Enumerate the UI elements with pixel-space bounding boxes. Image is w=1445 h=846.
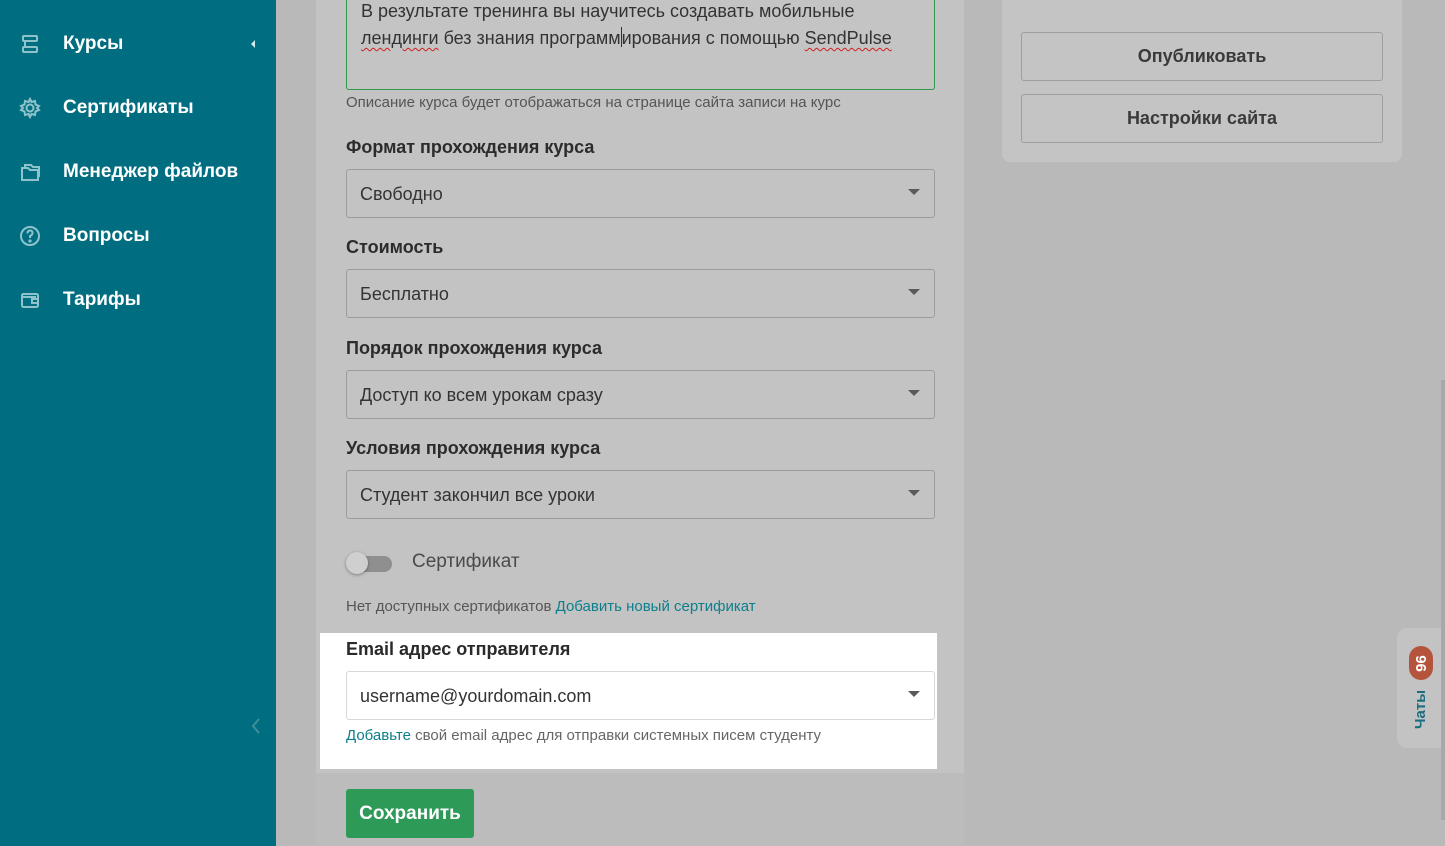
save-button[interactable]: Сохранить <box>346 789 474 838</box>
chat-count: 96 <box>1412 654 1430 672</box>
misspelled-word: SendPulse <box>804 28 892 48</box>
courses-icon <box>22 35 38 53</box>
description-text: без знания программ <box>438 28 621 48</box>
sender-email-section: Email адрес отправителя username@yourdom… <box>320 633 937 769</box>
certificate-label: Сертификат <box>412 551 520 572</box>
sidebar-item-questions[interactable]: Вопросы <box>0 212 276 260</box>
add-certificate-link[interactable]: Добавить новый сертификат <box>556 598 756 615</box>
price-label: Стоимость <box>346 237 444 257</box>
conditions-label: Условия прохождения курса <box>346 438 601 458</box>
sender-email-select[interactable]: username@yourdomain.com <box>346 671 935 720</box>
conditions-value: Студент закончил все уроки <box>360 485 595 505</box>
order-select[interactable]: Доступ ко всем урокам сразу <box>346 370 935 419</box>
sender-email-label: Email адрес отправителя <box>346 639 571 659</box>
certificate-hint: Нет доступных сертификатов Добавить новы… <box>346 598 756 615</box>
collapse-sidebar-icon[interactable] <box>246 714 266 738</box>
sidebar-item-file-manager[interactable]: Менеджер файлов <box>0 148 276 196</box>
price-select[interactable]: Бесплатно <box>346 269 935 318</box>
chat-label-text: Чаты <box>1412 689 1430 729</box>
sender-email-hint: Добавьте свой email адрес для отправки с… <box>346 727 821 744</box>
sidebar-item-courses[interactable]: Курсы <box>0 20 276 68</box>
misspelled-word: лендинги <box>361 28 439 48</box>
format-label: Формат прохождения курса <box>346 137 595 157</box>
sidebar-item-certificates[interactable]: Сертификаты <box>0 84 276 132</box>
course-description-textarea[interactable]: В результате тренинга вы научитесь созда… <box>346 0 935 90</box>
add-email-link[interactable]: Добавьте <box>346 727 411 744</box>
sidebar-item-tariffs[interactable]: Тарифы <box>0 276 276 324</box>
chevron-left-icon[interactable] <box>248 37 258 51</box>
files-icon <box>21 164 40 181</box>
caret-down-icon <box>908 189 920 195</box>
description-hint: Описание курса будет отображаться на стр… <box>346 94 841 111</box>
caret-down-icon <box>908 691 920 697</box>
chat-widget-tab[interactable]: 96 Чаты <box>1397 628 1445 748</box>
description-line: В результате тренинга вы научитесь созда… <box>361 1 855 21</box>
caret-down-icon <box>908 490 920 496</box>
question-icon <box>20 226 40 246</box>
sidebar-item-label: Тарифы <box>63 289 141 310</box>
certificate-toggle[interactable] <box>346 552 394 574</box>
caret-down-icon <box>908 390 920 396</box>
toggle-knob <box>346 552 368 574</box>
chat-count-badge: 96 <box>1409 646 1433 680</box>
gear-icon <box>19 97 41 119</box>
sender-email-hint-text: свой email адрес для отправки системных … <box>410 727 822 744</box>
conditions-select[interactable]: Студент закончил все уроки <box>346 470 935 519</box>
sidebar-item-label: Менеджер файлов <box>63 161 239 182</box>
sender-email-value: username@yourdomain.com <box>360 686 592 706</box>
order-label: Порядок прохождения курса <box>346 338 603 358</box>
certificate-hint-text: Нет доступных сертификатов <box>346 598 556 615</box>
order-value: Доступ ко всем урокам сразу <box>360 385 603 405</box>
site-settings-button[interactable]: Настройки сайта <box>1021 94 1383 143</box>
format-select[interactable]: Свободно <box>346 169 935 218</box>
description-text: ирования с помощью <box>621 28 805 48</box>
sidebar-item-label: Сертификаты <box>63 97 194 118</box>
format-value: Свободно <box>360 184 443 204</box>
price-value: Бесплатно <box>360 284 449 304</box>
page-scrollbar[interactable] <box>1441 380 1445 820</box>
sidebar-item-label: Вопросы <box>63 225 150 246</box>
sidebar-item-label: Курсы <box>63 33 124 54</box>
caret-down-icon <box>908 289 920 295</box>
description-line: лендинги без знания программирования с п… <box>361 25 892 52</box>
chat-label: Чаты <box>1410 686 1432 732</box>
wallet-icon <box>21 293 39 308</box>
publish-button[interactable]: Опубликовать <box>1021 32 1383 81</box>
sidebar: Курсы Сертификаты Менеджер файлов Вопрос… <box>0 0 276 846</box>
